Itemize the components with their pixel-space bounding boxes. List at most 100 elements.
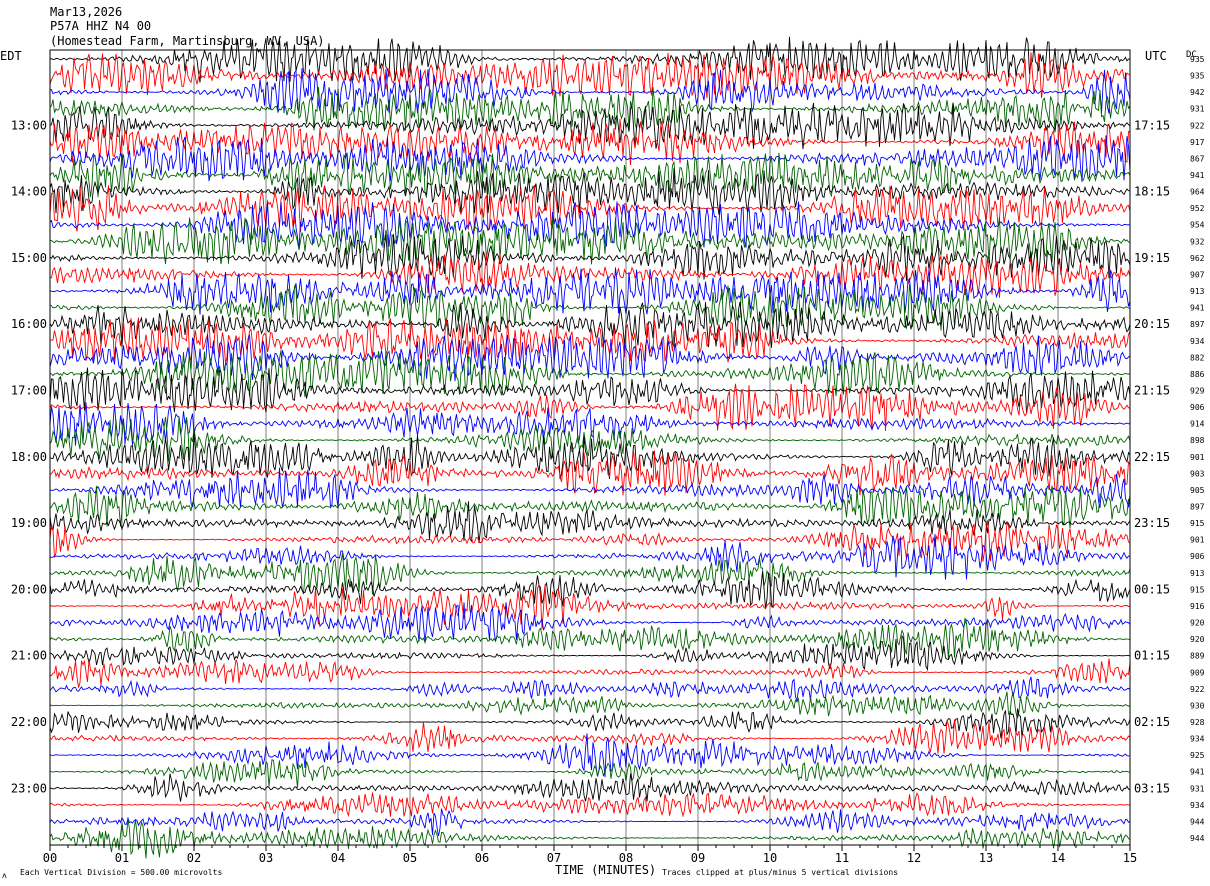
dc-value: 964 (1190, 188, 1205, 197)
seismic-trace (49, 773, 1131, 802)
dc-value: 941 (1190, 768, 1205, 777)
dc-value: 897 (1190, 320, 1205, 329)
dc-value: 954 (1190, 221, 1205, 230)
dc-value: 914 (1190, 420, 1205, 429)
dc-value: 941 (1190, 304, 1205, 313)
left-time-label: 14:00 (11, 185, 47, 199)
left-time-label: 19:00 (11, 516, 47, 530)
dc-value: 897 (1190, 503, 1205, 512)
x-tick-label: 02 (187, 851, 201, 865)
dc-value: 913 (1190, 569, 1205, 578)
right-time-label: 19:15 (1134, 251, 1170, 265)
left-time-label: 16:00 (11, 317, 47, 331)
seismic-trace (49, 819, 1131, 859)
dc-value: 916 (1190, 602, 1205, 611)
x-tick-label: 13 (979, 851, 993, 865)
plot-frame (49, 49, 1131, 846)
dc-value: 932 (1190, 237, 1205, 246)
right-time-label: 01:15 (1134, 649, 1170, 663)
dc-value: 909 (1190, 668, 1205, 677)
seismic-trace (49, 658, 1131, 688)
left-timezone-label: EDT (0, 49, 22, 63)
right-time-labels: 17:15 18:15 19:15 20:15 21:15 22:15 23:15 00:15… (1134, 118, 1170, 795)
dc-value: 934 (1190, 735, 1205, 744)
dc-value: 886 (1190, 370, 1205, 379)
seismic-trace (49, 583, 1131, 630)
right-time-label: 17:15 (1134, 118, 1170, 132)
x-tick-label: 12 (907, 851, 921, 865)
dc-value: 930 (1190, 701, 1205, 710)
dc-value: 941 (1190, 171, 1205, 180)
dc-value: 906 (1190, 552, 1205, 561)
dc-value-labels: 9359359429319229178679419649529549329629… (1190, 55, 1205, 843)
dc-value: 952 (1190, 204, 1205, 213)
dc-value: 922 (1190, 121, 1205, 130)
bottom-left-mark: ʌ (2, 871, 7, 880)
x-tick-label: 09 (691, 851, 705, 865)
dc-value: 903 (1190, 469, 1205, 478)
x-tick-label: 14 (1051, 851, 1065, 865)
seismic-trace (49, 36, 1131, 83)
seismic-trace (49, 571, 1131, 610)
x-tick-label: 00 (43, 851, 57, 865)
x-tick-label: 05 (403, 851, 417, 865)
x-tick-label: 11 (835, 851, 849, 865)
x-tick-label: 03 (259, 851, 273, 865)
x-tick-label: 06 (475, 851, 489, 865)
dc-value: 901 (1190, 536, 1205, 545)
dc-value: 942 (1190, 88, 1205, 97)
dc-value: 905 (1190, 486, 1205, 495)
x-tick-label: 10 (763, 851, 777, 865)
seismic-trace (49, 759, 1131, 788)
right-time-label: 21:15 (1134, 383, 1170, 397)
x-tick-label: 15 (1123, 851, 1137, 865)
dc-value: 915 (1190, 519, 1205, 528)
seismic-trace (49, 691, 1131, 719)
x-tick-label: 01 (115, 851, 129, 865)
dc-value: 920 (1190, 635, 1205, 644)
dc-value: 934 (1190, 337, 1205, 346)
dc-value: 944 (1190, 817, 1205, 826)
trace-group (49, 36, 1131, 859)
dc-value: 898 (1190, 436, 1205, 445)
dc-value: 867 (1190, 154, 1205, 163)
right-timezone-label: UTC (1145, 49, 1167, 63)
right-time-label: 18:15 (1134, 185, 1170, 199)
dc-value: 889 (1190, 652, 1205, 661)
left-time-label: 15:00 (11, 251, 47, 265)
dc-value: 913 (1190, 287, 1205, 296)
dc-value: 922 (1190, 685, 1205, 694)
clipping-note: Traces clipped at plus/minus 5 vertical … (662, 868, 898, 877)
dc-value: 917 (1190, 138, 1205, 147)
dc-value: 928 (1190, 718, 1205, 727)
dc-value: 901 (1190, 453, 1205, 462)
dc-value: 962 (1190, 254, 1205, 263)
left-time-label: 18:00 (11, 450, 47, 464)
left-time-label: 23:00 (11, 781, 47, 795)
right-time-label: 03:15 (1134, 781, 1170, 795)
seismic-trace (49, 68, 1131, 115)
dc-value: 931 (1190, 784, 1205, 793)
dc-value: 882 (1190, 353, 1205, 362)
dc-value: 944 (1190, 834, 1205, 843)
dc-value: 920 (1190, 619, 1205, 628)
seismogram-chart: 00 01 02 03 04 05 06 07 08 09 10 11 12 13 14 15 13:0014… (0, 36, 1205, 880)
left-time-labels: 13:00 14:00 15:00 16:00 17:00 18:00 19:00 20:00… (11, 118, 47, 795)
x-axis-title: TIME (MINUTES) (555, 863, 656, 877)
dc-value: 907 (1190, 270, 1205, 279)
vertical-division-note: Each Vertical Division = 500.00 microvol… (20, 868, 222, 877)
dc-value: 925 (1190, 751, 1205, 760)
right-time-label: 00:15 (1134, 582, 1170, 596)
seismic-trace (49, 676, 1131, 702)
dc-value: 915 (1190, 585, 1205, 594)
dc-value: 934 (1190, 801, 1205, 810)
left-time-label: 22:00 (11, 715, 47, 729)
right-time-label: 23:15 (1134, 516, 1170, 530)
dc-value: 906 (1190, 403, 1205, 412)
seismic-trace (49, 618, 1131, 660)
x-tick-label: 04 (331, 851, 345, 865)
dc-column-label: DC (1186, 50, 1197, 60)
right-time-label: 20:15 (1134, 317, 1170, 331)
dc-value: 935 (1190, 72, 1205, 81)
x-axis: 00 01 02 03 04 05 06 07 08 09 10 11 12 13 14 15 (43, 845, 1137, 865)
